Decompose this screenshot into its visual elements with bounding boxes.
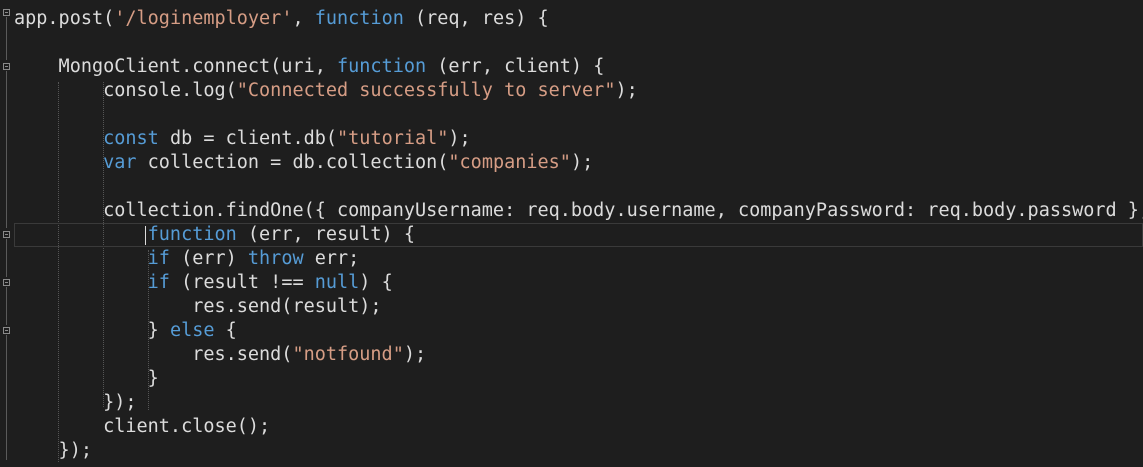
code-token: (req, res) { — [403, 8, 549, 29]
code-line[interactable]: const db = client.db("tutorial"); — [14, 127, 471, 151]
code-line[interactable]: if (result !== null) { — [14, 271, 393, 295]
code-token: ); — [448, 128, 471, 149]
code-token: else — [169, 320, 215, 341]
code-line[interactable]: MongoClient.connect(uri, function (err, … — [14, 55, 605, 79]
code-token: collection = db.collection( — [136, 152, 449, 173]
code-token: res.send( — [14, 344, 293, 365]
fold-range-line — [6, 239, 7, 277]
code-editor[interactable]: app.post('/loginemployer', function (req… — [0, 0, 1143, 467]
code-line[interactable]: function (err, result) { — [14, 223, 415, 247]
code-token: } — [14, 320, 170, 341]
code-token: "notfound" — [292, 344, 404, 365]
code-token: , — [292, 8, 315, 29]
fold-range-line — [6, 17, 7, 60]
code-token: function — [147, 224, 237, 245]
code-line[interactable]: if (err) throw err; — [14, 247, 360, 271]
code-line[interactable]: }); — [14, 439, 92, 463]
code-token: "companies" — [448, 152, 571, 173]
code-token: (err, client) { — [426, 56, 605, 77]
code-token: var — [103, 152, 137, 173]
code-token: db = client.db( — [158, 128, 338, 149]
text-caret — [145, 226, 146, 245]
code-line[interactable]: client.close(); — [14, 415, 270, 439]
code-token: }); — [14, 440, 92, 461]
code-token: err; — [303, 248, 360, 269]
code-token: (err) — [169, 248, 248, 269]
code-token: if — [147, 248, 170, 269]
code-line[interactable]: console.log("Connected successfully to s… — [14, 79, 638, 103]
collapse-icon[interactable] — [3, 63, 10, 70]
code-token: if — [147, 272, 170, 293]
code-token: const — [103, 128, 159, 149]
code-line[interactable]: var collection = db.collection("companie… — [14, 151, 593, 175]
fold-range-line — [6, 71, 7, 228]
collapse-icon[interactable] — [3, 327, 10, 334]
collapse-icon[interactable] — [3, 279, 10, 286]
code-token: (err, result) { — [236, 224, 415, 245]
collapse-icon[interactable] — [3, 9, 10, 16]
code-token: } — [14, 368, 159, 389]
code-token: '/loginemployer' — [114, 8, 293, 29]
code-token: "Connected successfully to server" — [236, 80, 616, 101]
code-token: throw — [247, 248, 304, 269]
code-token: MongoClient.connect(uri, — [14, 56, 338, 77]
code-token: ) { — [359, 272, 393, 293]
code-line[interactable]: app.post('/loginemployer', function (req… — [14, 7, 549, 31]
code-token: (result !== — [169, 272, 315, 293]
code-token: function — [314, 8, 404, 29]
code-token: null — [314, 272, 360, 293]
code-line[interactable]: res.send("notfound"); — [14, 343, 426, 367]
fold-range-line — [6, 335, 7, 460]
code-token: }); — [14, 392, 137, 413]
fold-range-line — [6, 287, 7, 325]
code-line[interactable]: }); — [14, 391, 137, 415]
code-token: ); — [570, 152, 594, 173]
code-token: ); — [403, 344, 427, 365]
code-line[interactable]: res.send(result); — [14, 295, 382, 319]
code-token: { — [214, 320, 237, 341]
code-token: res.send(result); — [14, 296, 382, 317]
code-token: console.log( — [14, 80, 237, 101]
code-token: app.post( — [14, 8, 115, 29]
code-token: function — [337, 56, 427, 77]
collapse-icon[interactable] — [3, 231, 10, 238]
code-token: ); — [615, 80, 638, 101]
code-token: "tutorial" — [337, 128, 449, 149]
code-token: collection.findOne({ companyUsername: re… — [14, 200, 1143, 221]
code-line[interactable]: } — [14, 367, 159, 391]
editor-gutter — [0, 0, 14, 467]
code-line[interactable]: collection.findOne({ companyUsername: re… — [14, 199, 1143, 223]
code-token: client.close(); — [14, 416, 271, 437]
code-line[interactable]: } else { — [14, 319, 237, 343]
